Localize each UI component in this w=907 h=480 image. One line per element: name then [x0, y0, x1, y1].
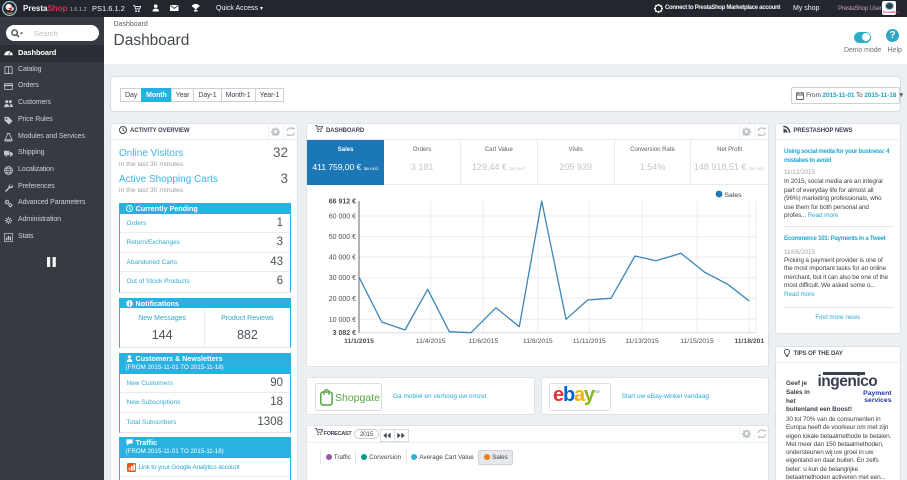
svg-text:20 000 €: 20 000 €: [329, 296, 356, 303]
svg-text:66 912 €: 66 912 €: [329, 199, 356, 206]
svg-text:3 082 €: 3 082 €: [333, 330, 356, 337]
svg-text:11/8/2015: 11/8/2015: [523, 338, 553, 345]
svg-text:Sales: Sales: [725, 192, 743, 199]
svg-text:11/11/2015: 11/11/2015: [573, 338, 606, 345]
svg-text:11/6/2015: 11/6/2015: [468, 338, 498, 345]
svg-text:11/18/201: 11/18/201: [734, 338, 764, 345]
svg-text:50 000 €: 50 000 €: [329, 234, 356, 241]
svg-text:11/15/2015: 11/15/2015: [680, 338, 714, 345]
svg-text:11/1/2015: 11/1/2015: [344, 338, 374, 345]
svg-text:40 000 €: 40 000 €: [329, 255, 356, 262]
svg-text:10 000 €: 10 000 €: [329, 317, 356, 324]
svg-text:11/13/2015: 11/13/2015: [625, 338, 659, 345]
svg-text:60 000 €: 60 000 €: [329, 214, 356, 221]
svg-text:11/4/2015: 11/4/2015: [416, 338, 446, 345]
svg-text:30 000 €: 30 000 €: [329, 275, 356, 282]
